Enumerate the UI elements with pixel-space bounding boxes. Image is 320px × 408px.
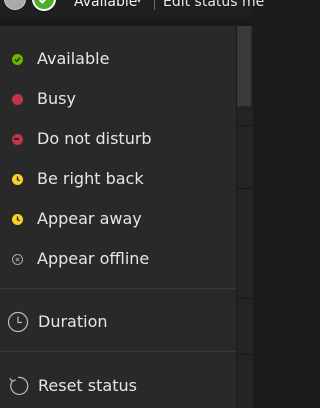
appear-away-status-icon — [12, 214, 23, 225]
menu-item-duration[interactable]: Duration — [0, 302, 236, 342]
menu-item-label: Available — [37, 49, 110, 68]
background-divider — [237, 125, 253, 126]
clock-icon — [7, 311, 29, 333]
chevron-down-icon[interactable]: ▾ — [137, 0, 141, 5]
background-divider — [237, 354, 253, 355]
status-badge[interactable] — [32, 0, 56, 11]
menu-item-do-not-disturb[interactable]: Do not disturb — [0, 119, 236, 159]
menu-item-appear-offline[interactable]: Appear offline — [0, 239, 236, 279]
menu-item-label: Reset status — [38, 376, 137, 395]
menu-item-busy[interactable]: Busy — [0, 79, 236, 119]
menu-item-be-right-back[interactable]: Be right back — [0, 159, 236, 199]
avatar[interactable] — [4, 0, 26, 10]
menu-divider — [0, 288, 236, 289]
menu-divider — [0, 351, 236, 352]
status-menu: Available Busy Do not disturb Be right b… — [0, 26, 237, 408]
top-bar: Available ▾ Edit status me — [0, 0, 264, 18]
background-scrollbar — [237, 26, 251, 106]
do-not-disturb-status-icon — [12, 134, 23, 145]
checkmark-icon — [38, 0, 46, 4]
be-right-back-status-icon — [12, 174, 23, 185]
menu-item-label: Busy — [37, 89, 76, 108]
busy-status-icon — [12, 94, 23, 105]
menu-item-label: Do not disturb — [37, 129, 152, 148]
menu-item-appear-away[interactable]: Appear away — [0, 199, 236, 239]
menu-item-label: Be right back — [37, 169, 144, 188]
reset-icon — [9, 376, 29, 395]
background-divider — [237, 188, 253, 189]
available-status-icon — [12, 54, 23, 65]
appear-offline-status-icon — [12, 254, 23, 265]
divider — [154, 0, 155, 10]
background-divider — [237, 298, 253, 299]
menu-item-reset-status[interactable]: Reset status — [0, 366, 236, 406]
menu-item-label: Appear away — [37, 209, 142, 228]
edit-status-message-button[interactable]: Edit status me — [163, 0, 264, 10]
menu-item-available[interactable]: Available — [0, 39, 236, 79]
current-status-button[interactable]: Available — [74, 0, 137, 10]
menu-item-label: Duration — [38, 312, 108, 331]
menu-item-label: Appear offline — [37, 249, 150, 268]
